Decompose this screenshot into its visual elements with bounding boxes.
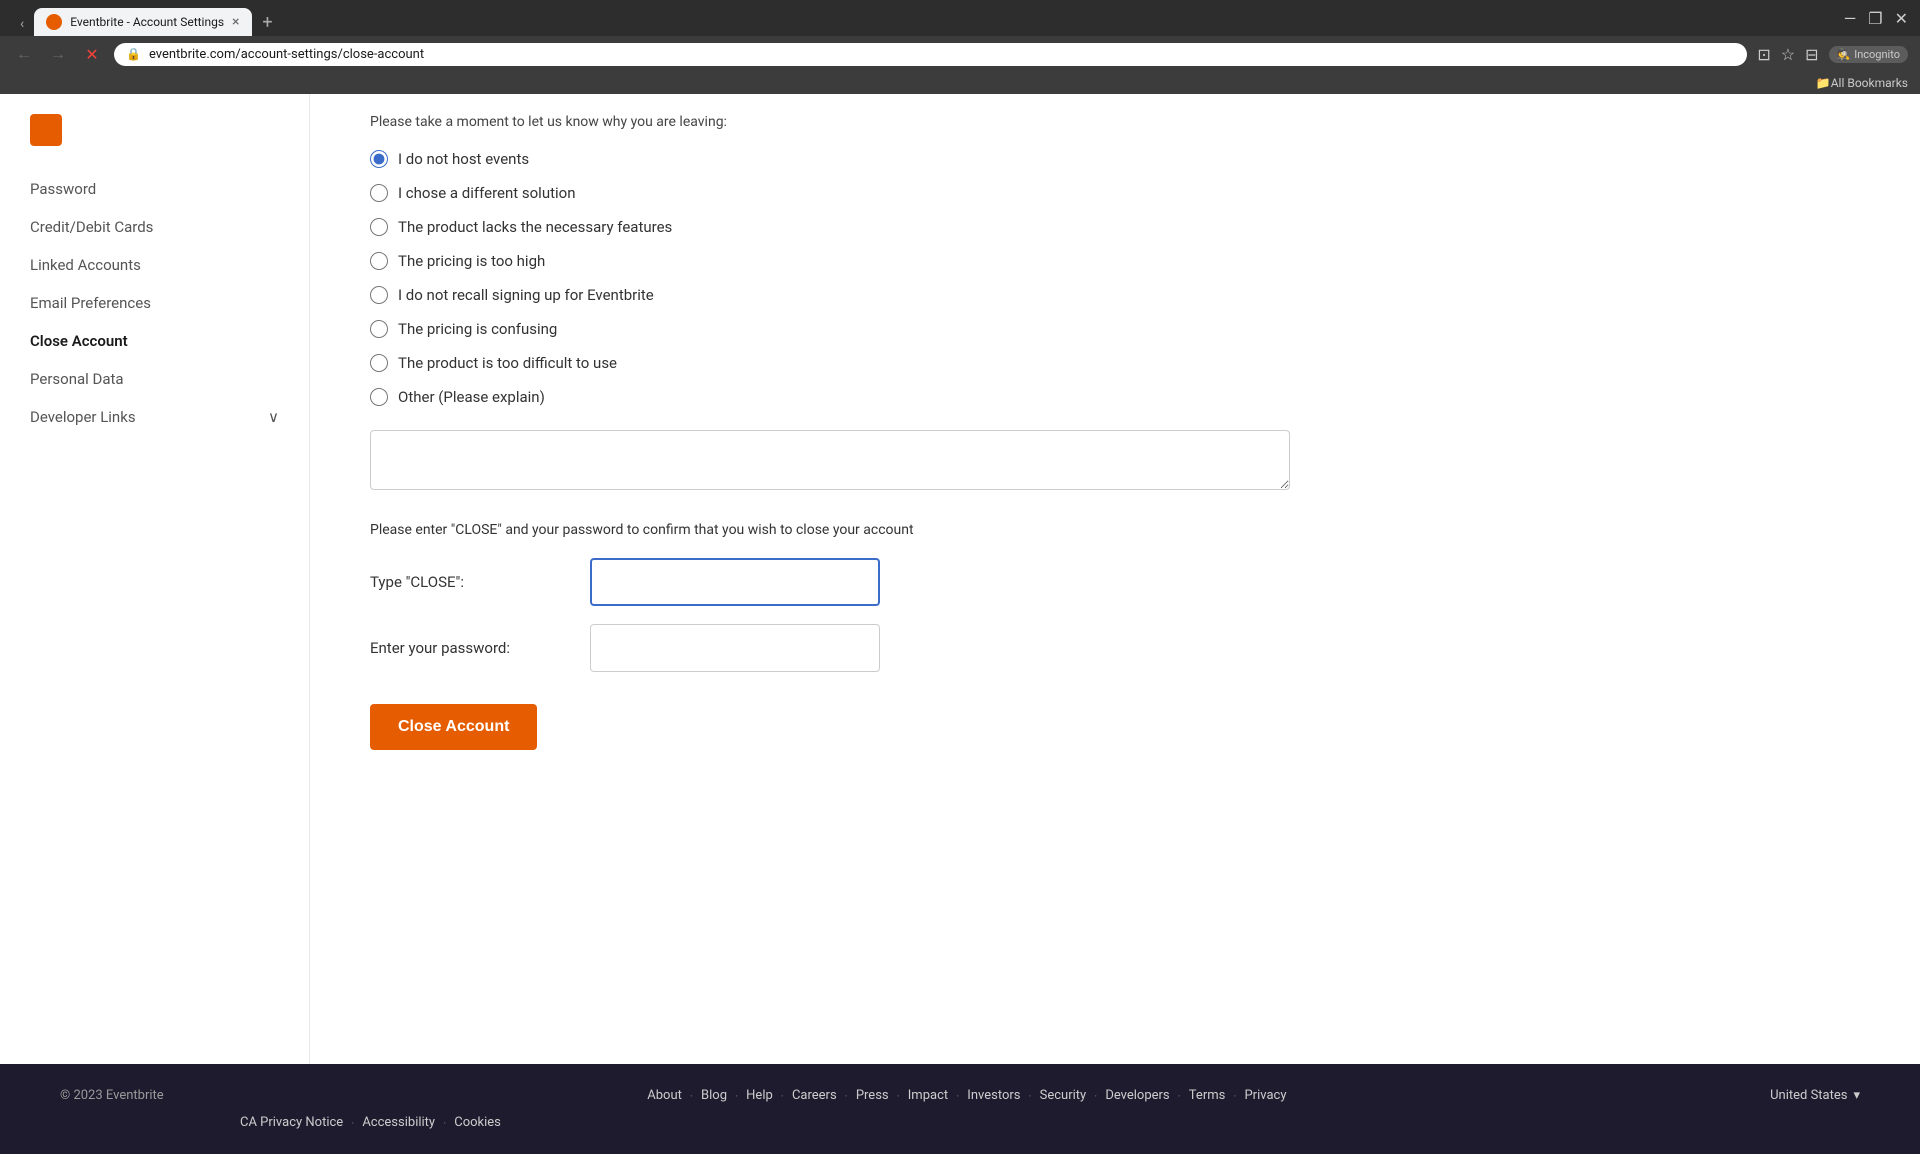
close-word-row: Type "CLOSE": xyxy=(370,558,1860,606)
radio-label-other: Other (Please explain) xyxy=(398,388,545,406)
active-tab[interactable]: Eventbrite - Account Settings × xyxy=(34,8,251,36)
page-footer: © 2023 Eventbrite About · Blog · Help · … xyxy=(0,1064,1920,1154)
footer-secondary-links: CA Privacy Notice · Accessibility · Cook… xyxy=(60,1115,1860,1130)
footer-link-cookies[interactable]: Cookies xyxy=(454,1115,501,1130)
logo-icon xyxy=(30,114,62,146)
main-content: Please take a moment to let us know why … xyxy=(310,94,1920,1064)
radio-input-lacks-features[interactable] xyxy=(370,218,388,236)
intro-text: Please take a moment to let us know why … xyxy=(370,114,1860,130)
sidebar: Password Credit/Debit Cards Linked Accou… xyxy=(0,94,310,1064)
new-tab-button[interactable]: + xyxy=(254,8,282,36)
bookmarks-label[interactable]: All Bookmarks xyxy=(1831,76,1908,90)
footer-link-careers[interactable]: Careers xyxy=(792,1088,837,1103)
explanation-textarea[interactable] xyxy=(370,430,1290,490)
radio-input-different-solution[interactable] xyxy=(370,184,388,202)
close-window-button[interactable]: ✕ xyxy=(1895,9,1908,28)
sidebar-item-credit-cards[interactable]: Credit/Debit Cards xyxy=(30,208,279,246)
footer-link-impact[interactable]: Impact xyxy=(908,1088,948,1103)
sidebar-item-personal-data[interactable]: Personal Data xyxy=(30,360,279,398)
developer-links-label: Developer Links xyxy=(30,408,136,426)
password-row: Enter your password: xyxy=(370,624,1860,672)
radio-no-recall[interactable]: I do not recall signing up for Eventbrit… xyxy=(370,286,1860,304)
forward-button[interactable]: → xyxy=(46,42,70,66)
tab-title: Eventbrite - Account Settings xyxy=(70,15,224,29)
incognito-badge: 🕵 Incognito xyxy=(1829,46,1909,63)
close-word-input[interactable] xyxy=(590,558,880,606)
footer-link-ca-privacy[interactable]: CA Privacy Notice xyxy=(240,1115,343,1130)
sidebar-logo xyxy=(30,114,279,146)
radio-no-host[interactable]: I do not host events xyxy=(370,150,1860,168)
footer-links: About · Blog · Help · Careers · Press · … xyxy=(204,1088,1730,1103)
address-text: eventbrite.com/account-settings/close-ac… xyxy=(149,47,1735,62)
chevron-down-icon: ∨ xyxy=(268,408,279,426)
tab-group-arrow[interactable]: ‹ xyxy=(12,12,32,36)
radio-other[interactable]: Other (Please explain) xyxy=(370,388,1860,406)
footer-copyright: © 2023 Eventbrite xyxy=(60,1088,164,1103)
footer-link-press[interactable]: Press xyxy=(856,1088,889,1103)
radio-label-no-recall: I do not recall signing up for Eventbrit… xyxy=(398,286,654,304)
footer-region-selector[interactable]: United States ▾ xyxy=(1770,1088,1860,1103)
radio-label-difficult: The product is too difficult to use xyxy=(398,354,617,372)
tab-favicon xyxy=(46,14,62,30)
footer-link-developers[interactable]: Developers xyxy=(1105,1088,1169,1103)
radio-label-too-high: The pricing is too high xyxy=(398,252,545,270)
footer-link-security[interactable]: Security xyxy=(1040,1088,1087,1103)
radio-different-solution[interactable]: I chose a different solution xyxy=(370,184,1860,202)
footer-link-terms[interactable]: Terms xyxy=(1189,1088,1226,1103)
footer-link-investors[interactable]: Investors xyxy=(967,1088,1020,1103)
radio-label-lacks-features: The product lacks the necessary features xyxy=(398,218,672,236)
reload-button[interactable]: ✕ xyxy=(80,42,104,66)
sidebar-item-password[interactable]: Password xyxy=(30,170,279,208)
picture-in-picture-icon[interactable]: ⊡ xyxy=(1757,45,1770,64)
radio-too-high[interactable]: The pricing is too high xyxy=(370,252,1860,270)
radio-input-confusing[interactable] xyxy=(370,320,388,338)
radio-label-different-solution: I chose a different solution xyxy=(398,184,576,202)
confirm-description: Please enter "CLOSE" and your password t… xyxy=(370,522,1860,538)
incognito-icon: 🕵 xyxy=(1837,48,1851,61)
radio-input-no-recall[interactable] xyxy=(370,286,388,304)
page-wrapper: Password Credit/Debit Cards Linked Accou… xyxy=(0,94,1920,1064)
maximize-button[interactable]: ❐ xyxy=(1868,9,1882,28)
close-account-button[interactable]: Close Account xyxy=(370,704,537,750)
customize-icon[interactable]: ⊟ xyxy=(1805,45,1818,64)
bookmark-icon[interactable]: ☆ xyxy=(1781,45,1795,64)
tab-close-button[interactable]: × xyxy=(232,14,239,30)
reason-radio-group: I do not host events I chose a different… xyxy=(370,150,1860,406)
footer-link-about[interactable]: About xyxy=(647,1088,682,1103)
footer-link-help[interactable]: Help xyxy=(746,1088,773,1103)
region-label: United States xyxy=(1770,1088,1847,1103)
footer-link-blog[interactable]: Blog xyxy=(701,1088,727,1103)
sidebar-nav: Password Credit/Debit Cards Linked Accou… xyxy=(30,170,279,436)
footer-link-accessibility[interactable]: Accessibility xyxy=(362,1115,435,1130)
radio-confusing[interactable]: The pricing is confusing xyxy=(370,320,1860,338)
sidebar-item-linked-accounts[interactable]: Linked Accounts xyxy=(30,246,279,284)
address-bar[interactable]: 🔒 eventbrite.com/account-settings/close-… xyxy=(114,43,1747,66)
password-input[interactable] xyxy=(590,624,880,672)
confirm-section: Please enter "CLOSE" and your password t… xyxy=(370,522,1860,672)
radio-input-too-high[interactable] xyxy=(370,252,388,270)
chevron-down-icon: ▾ xyxy=(1853,1088,1860,1103)
footer-link-privacy[interactable]: Privacy xyxy=(1244,1088,1286,1103)
bookmarks-folder-icon: 📁 xyxy=(1816,76,1831,90)
browser-chrome: ‹ Eventbrite - Account Settings × + — ❐ … xyxy=(0,0,1920,94)
radio-label-no-host: I do not host events xyxy=(398,150,529,168)
password-label: Enter your password: xyxy=(370,639,570,657)
radio-input-no-host[interactable] xyxy=(370,150,388,168)
radio-difficult[interactable]: The product is too difficult to use xyxy=(370,354,1860,372)
radio-lacks-features[interactable]: The product lacks the necessary features xyxy=(370,218,1860,236)
sidebar-item-close-account[interactable]: Close Account xyxy=(30,322,279,360)
back-button[interactable]: ← xyxy=(12,42,36,66)
radio-input-other[interactable] xyxy=(370,388,388,406)
incognito-label: Incognito xyxy=(1854,48,1900,61)
sidebar-item-developer-links[interactable]: Developer Links ∨ xyxy=(30,398,279,436)
sidebar-item-email-preferences[interactable]: Email Preferences xyxy=(30,284,279,322)
radio-label-confusing: The pricing is confusing xyxy=(398,320,557,338)
close-word-label: Type "CLOSE": xyxy=(370,573,570,591)
lock-icon: 🔒 xyxy=(126,47,141,61)
minimize-button[interactable]: — xyxy=(1844,9,1857,28)
radio-input-difficult[interactable] xyxy=(370,354,388,372)
